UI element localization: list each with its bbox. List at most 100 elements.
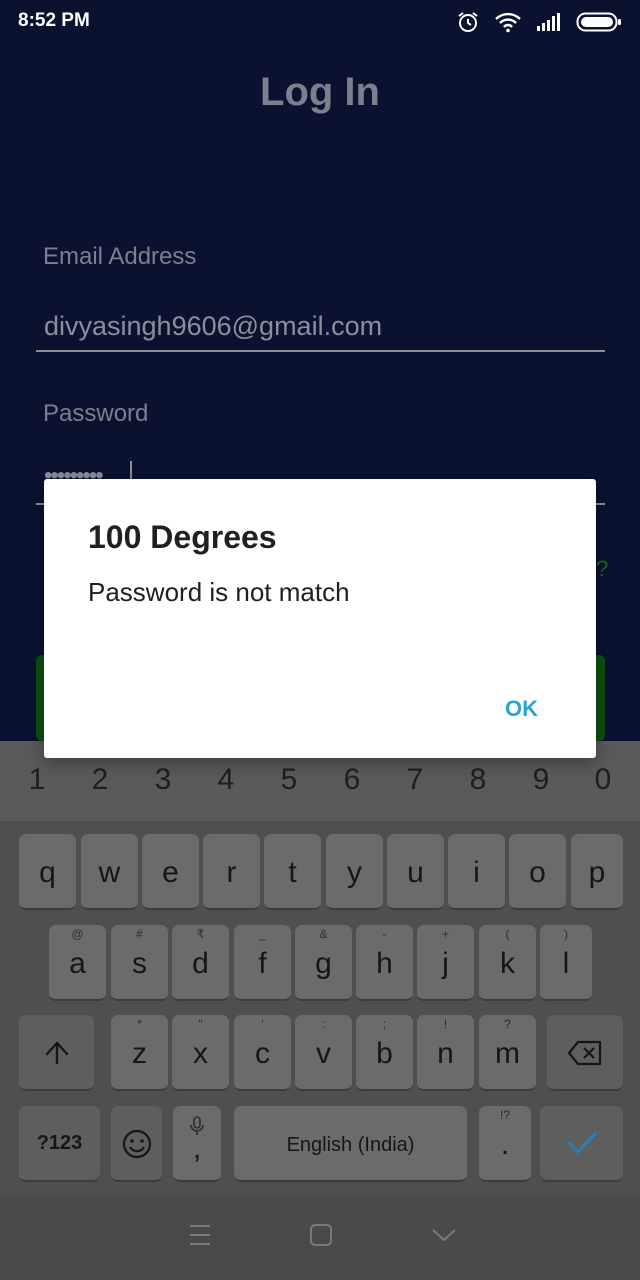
key-o[interactable]: o	[509, 834, 566, 910]
key-r[interactable]: r	[203, 834, 260, 910]
key-label: z	[132, 1037, 147, 1070]
key-9[interactable]: 9	[521, 763, 561, 797]
key-label: u	[407, 856, 424, 889]
key-label: r	[226, 856, 237, 889]
key-hint: ₹	[196, 927, 205, 941]
key-h[interactable]: -h	[356, 925, 413, 1001]
back-chevron-icon[interactable]	[430, 1222, 458, 1253]
menu-icon[interactable]	[188, 1222, 212, 1253]
key-label: c	[255, 1037, 270, 1070]
key-label: m	[495, 1037, 520, 1070]
key-label: .	[500, 1128, 510, 1161]
signal-icon	[536, 12, 562, 32]
key-label: q	[39, 856, 56, 889]
key-s[interactable]: # s	[111, 925, 168, 1001]
alarm-icon	[456, 10, 480, 34]
key-label: n	[437, 1037, 454, 1070]
navigation-bar	[0, 1196, 640, 1280]
key-w[interactable]: w	[81, 834, 138, 910]
key-6[interactable]: 6	[332, 763, 372, 797]
email-field[interactable]: divyasingh9606@gmail.com	[44, 311, 382, 342]
key-label: p	[588, 856, 606, 889]
forgot-password-link[interactable]: ?	[596, 556, 608, 582]
key-label: e	[162, 856, 179, 889]
key-p[interactable]: p	[571, 834, 623, 910]
key-k[interactable]: (k	[479, 925, 536, 1001]
key-q[interactable]: q	[19, 834, 76, 910]
key-hint: :	[321, 1017, 326, 1031]
key-v[interactable]: :v	[295, 1015, 352, 1091]
key-0[interactable]: 0	[583, 763, 623, 797]
backspace-key[interactable]	[547, 1015, 623, 1091]
key-t[interactable]: t	[264, 834, 321, 910]
period-key[interactable]: !?.	[479, 1106, 531, 1182]
key-label: k	[500, 947, 515, 980]
comma-key[interactable]: ,	[173, 1106, 221, 1182]
dialog-message: Password is not match	[88, 577, 350, 607]
key-label: d	[192, 947, 209, 980]
shift-key[interactable]	[19, 1015, 94, 1091]
key-c[interactable]: ' c	[234, 1015, 291, 1091]
key-m[interactable]: ? m	[479, 1015, 536, 1091]
soft-keyboard: 1 2 3 4 5 6 7 8 9 0 q w e r t y u i o p …	[0, 741, 640, 1196]
key-hint: _	[259, 927, 266, 941]
key-z[interactable]: * z	[111, 1015, 168, 1091]
key-d[interactable]: ₹ d	[172, 925, 229, 1001]
key-5[interactable]: 5	[269, 763, 309, 797]
key-hint: *	[137, 1017, 142, 1031]
done-check-icon	[566, 1130, 598, 1164]
key-label: y	[347, 856, 362, 889]
key-4[interactable]: 4	[206, 763, 246, 797]
symbols-key[interactable]: ?123	[19, 1106, 100, 1182]
alert-dialog: 100 Degrees Password is not match OK	[44, 479, 596, 758]
key-a[interactable]: @ a	[49, 925, 106, 1001]
key-hint: (	[505, 927, 510, 941]
key-b[interactable]: ; b	[356, 1015, 413, 1091]
key-label: ?123	[36, 1132, 83, 1154]
key-label: i	[473, 856, 480, 889]
key-j[interactable]: + j	[417, 925, 474, 1001]
key-hint: ?	[504, 1017, 511, 1031]
key-g[interactable]: & g	[295, 925, 352, 1001]
key-label: t	[288, 856, 297, 889]
key-f[interactable]: _ f	[234, 925, 291, 1001]
email-underline	[36, 350, 605, 352]
emoji-key[interactable]	[111, 1106, 162, 1182]
key-label: ,	[192, 1132, 202, 1165]
home-icon[interactable]	[309, 1222, 333, 1253]
key-l[interactable]: ) l	[540, 925, 592, 1001]
emoji-icon	[121, 1128, 153, 1168]
key-label: g	[315, 947, 332, 980]
email-label: Email Address	[43, 243, 197, 270]
key-2[interactable]: 2	[80, 763, 120, 797]
key-n[interactable]: ! n	[417, 1015, 474, 1091]
key-hint: ;	[382, 1017, 387, 1031]
status-icons	[456, 8, 622, 36]
key-hint: !	[443, 1017, 448, 1031]
key-1[interactable]: 1	[17, 763, 57, 797]
key-hint: +	[441, 927, 449, 941]
key-x[interactable]: " x	[172, 1015, 229, 1091]
key-hint: &	[319, 927, 328, 941]
key-u[interactable]: u	[387, 834, 444, 910]
key-i[interactable]: i	[448, 834, 505, 910]
key-hint: !?	[499, 1108, 510, 1122]
key-y[interactable]: y	[326, 834, 383, 910]
key-label: f	[258, 947, 267, 980]
status-bar: 8:52 PM	[0, 0, 640, 44]
dialog-title: 100 Degrees	[88, 519, 277, 555]
ok-button[interactable]: OK	[505, 696, 538, 722]
space-key[interactable]: English (India)	[234, 1106, 467, 1182]
key-hint: #	[136, 927, 143, 941]
key-label: j	[442, 947, 449, 980]
key-label: v	[316, 1037, 331, 1070]
done-key[interactable]	[540, 1106, 623, 1182]
key-e[interactable]: e	[142, 834, 199, 910]
wifi-icon	[494, 11, 522, 33]
key-3[interactable]: 3	[143, 763, 183, 797]
status-time: 8:52 PM	[18, 10, 90, 31]
key-8[interactable]: 8	[458, 763, 498, 797]
backspace-icon	[567, 1040, 603, 1074]
key-hint: )	[564, 927, 568, 941]
key-7[interactable]: 7	[395, 763, 435, 797]
